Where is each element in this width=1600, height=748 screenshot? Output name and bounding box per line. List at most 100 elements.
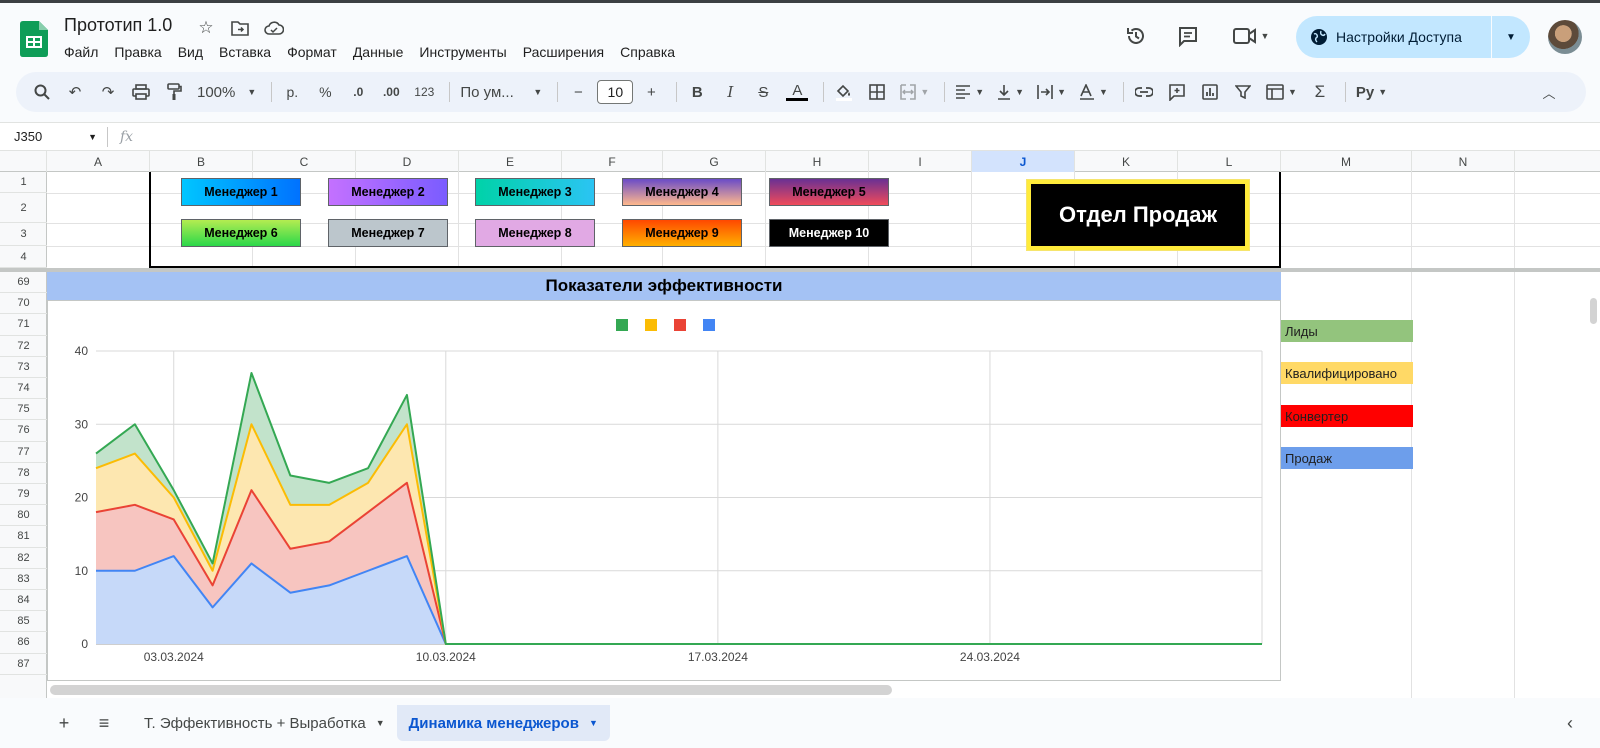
- manager-button[interactable]: Менеджер 4: [622, 178, 742, 206]
- input-tools-icon[interactable]: Py ▼: [1352, 78, 1391, 106]
- column-header[interactable]: C: [253, 151, 356, 172]
- filter-icon[interactable]: [1229, 78, 1257, 106]
- menu-data[interactable]: Данные: [353, 44, 412, 60]
- row-header[interactable]: 78: [0, 463, 47, 484]
- italic-icon[interactable]: I: [716, 78, 744, 106]
- menu-view[interactable]: Вид: [178, 44, 211, 60]
- column-header[interactable]: H: [766, 151, 869, 172]
- percent-format-button[interactable]: %: [311, 78, 339, 106]
- insert-comment-icon[interactable]: [1163, 78, 1191, 106]
- column-header[interactable]: E: [459, 151, 562, 172]
- row-header[interactable]: 74: [0, 378, 47, 400]
- insert-chart-icon[interactable]: [1196, 78, 1224, 106]
- manager-button[interactable]: Менеджер 2: [328, 178, 448, 206]
- collapse-toolbar-icon[interactable]: ︿: [1535, 78, 1563, 106]
- row-header[interactable]: 4: [0, 246, 47, 268]
- row-header[interactable]: 69: [0, 272, 47, 294]
- row-header[interactable]: 82: [0, 548, 47, 569]
- decrease-font-size-icon[interactable]: −: [564, 78, 592, 106]
- name-box[interactable]: J350 ▼: [0, 126, 108, 147]
- vertical-scrollbar[interactable]: [1590, 298, 1597, 324]
- text-color-icon[interactable]: A: [782, 78, 812, 106]
- row-header[interactable]: 83: [0, 569, 47, 590]
- row-header[interactable]: 79: [0, 484, 47, 506]
- undo-icon[interactable]: ↶: [61, 78, 89, 106]
- column-header-active[interactable]: J: [972, 151, 1075, 172]
- share-button[interactable]: Настройки Доступа ▼: [1296, 16, 1530, 58]
- fill-color-icon[interactable]: [830, 78, 858, 106]
- row-header[interactable]: 71: [0, 314, 47, 336]
- horizontal-scrollbar[interactable]: [50, 685, 892, 695]
- row-header[interactable]: 72: [0, 336, 47, 357]
- paint-format-icon[interactable]: [160, 78, 188, 106]
- search-menus-icon[interactable]: [28, 78, 56, 106]
- select-all-corner[interactable]: [0, 151, 47, 172]
- borders-icon[interactable]: [863, 78, 891, 106]
- column-header[interactable]: I: [869, 151, 972, 172]
- column-header[interactable]: G: [663, 151, 766, 172]
- row-header[interactable]: 81: [0, 526, 47, 548]
- functions-icon[interactable]: Σ: [1306, 78, 1334, 106]
- decrease-decimal-button[interactable]: .0: [344, 78, 372, 106]
- column-header[interactable]: N: [1412, 151, 1515, 172]
- manager-button[interactable]: Менеджер 6: [181, 219, 301, 247]
- more-formats-button[interactable]: 123: [410, 78, 438, 106]
- cloud-status-icon[interactable]: [262, 17, 286, 39]
- row-header[interactable]: 87: [0, 654, 47, 675]
- row-header[interactable]: 85: [0, 611, 47, 633]
- horizontal-align-icon[interactable]: ▼: [951, 78, 988, 106]
- increase-decimal-button[interactable]: .00: [377, 78, 405, 106]
- row-header[interactable]: 3: [0, 223, 47, 246]
- vertical-align-icon[interactable]: ▼: [993, 78, 1028, 106]
- star-icon[interactable]: ☆: [194, 17, 218, 39]
- currency-format-button[interactable]: р.: [278, 78, 306, 106]
- row-header[interactable]: 86: [0, 632, 47, 654]
- move-folder-icon[interactable]: [228, 17, 252, 39]
- column-header[interactable]: L: [1178, 151, 1281, 172]
- sheet-tab-active[interactable]: Динамика менеджеров ▼: [396, 705, 610, 741]
- version-history-icon[interactable]: [1121, 21, 1151, 51]
- manager-button[interactable]: Менеджер 3: [475, 178, 595, 206]
- increase-font-size-icon[interactable]: +: [637, 78, 665, 106]
- manager-button[interactable]: Менеджер 8: [475, 219, 595, 247]
- chevron-left-icon[interactable]: ‹: [1550, 713, 1590, 734]
- avatar[interactable]: [1548, 20, 1582, 54]
- document-title[interactable]: Прототип 1.0: [64, 15, 172, 36]
- row-header[interactable]: 80: [0, 505, 47, 527]
- manager-button[interactable]: Менеджер 1: [181, 178, 301, 206]
- bold-icon[interactable]: B: [683, 78, 711, 106]
- row-header[interactable]: 76: [0, 420, 47, 442]
- strikethrough-icon[interactable]: S: [749, 78, 777, 106]
- row-header[interactable]: 84: [0, 590, 47, 612]
- column-header[interactable]: D: [356, 151, 459, 172]
- manager-button[interactable]: Менеджер 5: [769, 178, 889, 206]
- column-header[interactable]: K: [1075, 151, 1178, 172]
- menu-edit[interactable]: Правка: [114, 44, 169, 60]
- print-icon[interactable]: [127, 78, 155, 106]
- menu-help[interactable]: Справка: [620, 44, 683, 60]
- sheet-tab[interactable]: Т. Эффективность + Выработка ▼: [132, 705, 397, 741]
- zoom-select[interactable]: 100% ▼: [193, 78, 260, 106]
- text-rotation-icon[interactable]: ▼: [1075, 78, 1112, 106]
- menu-insert[interactable]: Вставка: [219, 44, 279, 60]
- row-header[interactable]: 70: [0, 293, 47, 315]
- menu-extensions[interactable]: Расширения: [523, 44, 612, 60]
- menu-tools[interactable]: Инструменты: [419, 44, 514, 60]
- share-dropdown[interactable]: ▼: [1492, 32, 1530, 43]
- menu-file[interactable]: Файл: [64, 44, 106, 60]
- font-select[interactable]: По ум... ▼: [456, 78, 546, 106]
- filter-views-icon[interactable]: ▼: [1262, 78, 1301, 106]
- column-header[interactable]: M: [1281, 151, 1412, 172]
- insert-link-icon[interactable]: [1130, 78, 1158, 106]
- add-sheet-icon[interactable]: +: [44, 713, 84, 734]
- column-header[interactable]: A: [47, 151, 150, 172]
- column-header[interactable]: F: [562, 151, 663, 172]
- area-chart[interactable]: 0 10 20 30 40 03.03.2024 10.03.2024 17.03.2024 2…: [47, 300, 1281, 681]
- row-header[interactable]: 1: [0, 172, 47, 193]
- row-header[interactable]: 75: [0, 399, 47, 421]
- text-wrapping-icon[interactable]: ▼: [1033, 78, 1070, 106]
- font-size-input[interactable]: 10: [597, 80, 634, 104]
- comments-icon[interactable]: [1173, 21, 1203, 51]
- menu-format[interactable]: Формат: [287, 44, 345, 60]
- meet-icon[interactable]: ▼: [1228, 21, 1274, 51]
